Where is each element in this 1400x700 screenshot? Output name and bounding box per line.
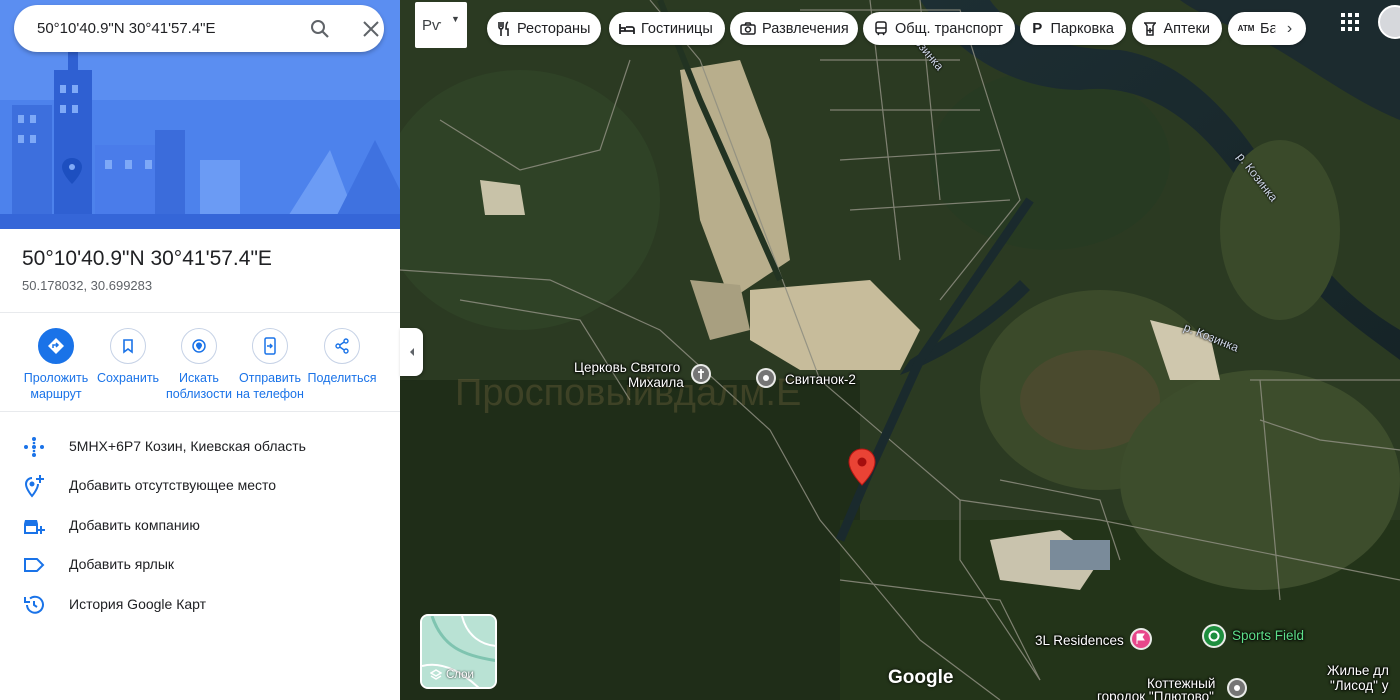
map-label-residences[interactable]: 3L Residences	[1035, 633, 1124, 648]
map-label-cottage-line2[interactable]: городок "Плютово"	[1097, 689, 1214, 700]
add-business-text: Добавить компанию	[69, 517, 200, 533]
add-missing-place-text: Добавить отсутствующее место	[69, 477, 277, 493]
language-label: Рѵ	[422, 17, 442, 34]
map-language-button[interactable]: Рѵ ▼	[415, 2, 467, 48]
add-label-row[interactable]: Добавить ярлык	[0, 547, 400, 583]
chip-label: Общ. транспорт	[895, 20, 1003, 37]
place-title: 50°10'40.9"N 30°41'57.4"E	[22, 247, 272, 270]
nearby-label: Искать поблизости	[165, 371, 233, 401]
restaurant-icon	[497, 20, 511, 37]
pharmacy-icon	[1142, 21, 1157, 37]
chip-pharmacies[interactable]: Аптеки	[1132, 12, 1222, 45]
map-label-church-line2[interactable]: Михаила	[628, 375, 684, 390]
add-business-row[interactable]: Добавить компанию	[0, 508, 400, 544]
collapse-panel-button[interactable]	[400, 328, 423, 376]
chip-scroll-right-button[interactable]: ›	[1275, 14, 1304, 43]
share-label: Поделиться	[307, 371, 377, 385]
action-buttons: Проложить маршрут Сохранить Искать поблизо…	[0, 328, 400, 408]
search-icon[interactable]	[308, 17, 332, 41]
camera-icon	[740, 21, 756, 37]
send-to-phone-button[interactable]: Отправить на телефон	[234, 328, 306, 402]
plus-code-text: 5MHX+6P7 Козин, Киевская область	[69, 438, 306, 454]
plus-code-icon	[24, 437, 44, 457]
directions-label: Проложить маршрут	[23, 371, 89, 401]
send-to-phone-icon	[252, 328, 288, 364]
add-business-icon	[24, 520, 45, 534]
maps-history-text: История Google Карт	[69, 596, 207, 612]
chip-label: Рестораны	[517, 20, 591, 37]
chip-transit[interactable]: Общ. транспорт	[863, 12, 1015, 45]
map-label-housing[interactable]: Жилье дл	[1327, 663, 1389, 678]
place-decimal-coords[interactable]: 50.178032, 30.699283	[22, 278, 152, 293]
parking-icon: P	[1032, 20, 1043, 37]
chevron-right-icon: ›	[1286, 19, 1293, 37]
google-apps-icon[interactable]	[1341, 13, 1359, 31]
save-label: Сохранить	[96, 371, 160, 385]
cottage-poi-icon[interactable]	[1226, 677, 1248, 699]
directions-button[interactable]: Проложить маршрут	[20, 328, 92, 402]
share-button[interactable]: Поделиться	[306, 328, 378, 386]
map-label-church[interactable]: Церковь Святого	[574, 360, 680, 375]
save-button[interactable]: Сохранить	[92, 328, 164, 386]
chip-hotels[interactable]: Гостиницы	[609, 12, 725, 45]
layers-icon	[430, 669, 442, 680]
divider	[0, 312, 400, 313]
chip-entertainment[interactable]: Развлечения	[730, 12, 858, 45]
layers-label: Слои	[446, 669, 474, 681]
maps-history-row[interactable]: История Google Карт	[0, 587, 400, 623]
chip-parking[interactable]: P Парковка	[1020, 12, 1126, 45]
residences-poi-icon[interactable]	[1129, 627, 1153, 651]
divider	[0, 411, 400, 412]
map-label-svitanok[interactable]: Свитанок-2	[785, 372, 856, 387]
history-icon	[24, 595, 44, 614]
sports-field-poi-icon[interactable]	[1201, 623, 1227, 649]
dropped-pin-icon[interactable]	[848, 448, 876, 486]
place-poi-icon[interactable]	[755, 367, 777, 389]
add-label-text: Добавить ярлык	[69, 556, 175, 572]
google-logo: Google	[888, 667, 954, 688]
atm-icon: ATM	[1237, 24, 1255, 33]
chevron-left-icon	[409, 348, 414, 356]
search-input[interactable]	[37, 17, 297, 39]
add-place-icon	[24, 475, 44, 498]
transit-icon	[873, 20, 889, 37]
layers-button[interactable]: Слои	[420, 614, 497, 689]
satellite-imagery: Просповыйвдалм.Е	[400, 0, 1400, 700]
hotel-icon	[619, 21, 635, 37]
label-icon	[24, 558, 45, 572]
map-label-sports-field[interactable]: Sports Field	[1232, 628, 1304, 643]
chip-label: Парковка	[1050, 20, 1114, 37]
directions-icon	[38, 328, 74, 364]
side-panel: 50°10'40.9"N 30°41'57.4"E 50.178032, 30.…	[0, 0, 400, 700]
send-to-phone-label: Отправить на телефон	[236, 371, 304, 401]
search-box[interactable]	[14, 5, 384, 52]
plus-code-row[interactable]: 5MHX+6P7 Козин, Киевская область	[0, 429, 400, 465]
close-icon[interactable]	[359, 17, 383, 41]
dropdown-arrow-icon: ▼	[451, 14, 460, 24]
add-missing-place-row[interactable]: Добавить отсутствующее место	[0, 468, 400, 504]
chip-label: Развлечения	[762, 20, 849, 37]
church-poi-icon[interactable]	[690, 363, 712, 385]
chip-restaurants[interactable]: Рестораны	[487, 12, 601, 45]
nearby-icon	[181, 328, 217, 364]
chip-label: Гостиницы	[641, 20, 713, 37]
bookmark-icon	[110, 328, 146, 364]
nearby-button[interactable]: Искать поблизости	[163, 328, 235, 402]
chip-label: Аптеки	[1163, 20, 1210, 37]
map-label-housing-line2[interactable]: "Лисод" у	[1330, 678, 1388, 693]
map-canvas[interactable]: Просповыйвдалм.Е Церковь Святого Михаила…	[400, 0, 1400, 700]
share-icon	[324, 328, 360, 364]
layers-label-wrap: Слои	[430, 669, 474, 681]
